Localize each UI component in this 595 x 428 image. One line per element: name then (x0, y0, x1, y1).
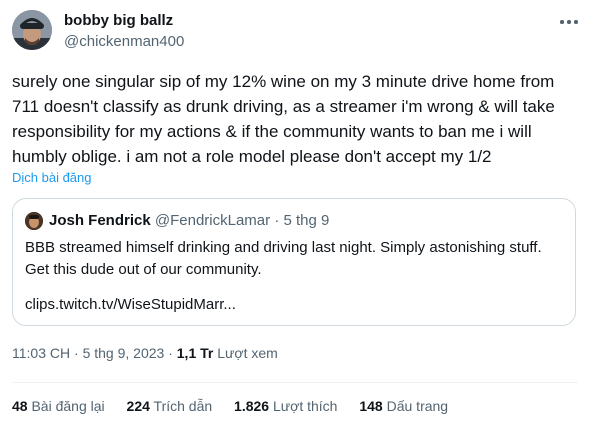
likes-count: 1.826 (234, 398, 270, 414)
quoted-clip-link[interactable]: clips.twitch.tv/WiseStupidMarr... (25, 296, 236, 313)
post-time[interactable]: 11:03 CH (12, 345, 70, 361)
separator-dot: · (74, 345, 79, 361)
views-label: Lượt xem (217, 345, 278, 361)
tweet-text-line: responsibility for my actions & if the c… (12, 122, 532, 141)
quoted-author-avatar[interactable] (25, 212, 43, 230)
quoted-text: BBB streamed himself drinking and drivin… (25, 237, 542, 281)
tweet-text: surely one singular sip of my 12% wine o… (12, 69, 578, 169)
reposts-count: 48 (12, 398, 28, 414)
translate-post-link[interactable]: Dịch bài đăng (12, 170, 92, 185)
tweet: bobby big ballz @chickenman400 surely on… (0, 0, 595, 428)
quoted-date[interactable]: 5 thg 9 (283, 212, 329, 229)
separator-dot: · (168, 345, 173, 361)
bookmarks-label: Dấu trang (386, 398, 449, 414)
quotes-label: Trích dẫn (153, 398, 213, 414)
divider (12, 382, 578, 383)
quoted-tweet-card[interactable]: Josh Fendrick @FendrickLamar · 5 thg 9 B… (12, 198, 576, 326)
engagement-stats: 48 Bài đăng lại 224 Trích dẫn 1.826 Lượt… (12, 398, 466, 414)
quotes-stat[interactable]: 224 Trích dẫn (127, 398, 213, 414)
quoted-author-name[interactable]: Josh Fendrick (49, 212, 151, 229)
bookmarks-count: 148 (359, 398, 383, 414)
author-avatar[interactable] (12, 10, 52, 50)
views-count: 1,1 Tr (176, 345, 214, 361)
separator-dot: · (274, 212, 280, 229)
more-options-button[interactable] (558, 12, 580, 32)
quoted-text-line: BBB streamed himself drinking and drivin… (25, 239, 542, 256)
reposts-label: Bài đăng lại (31, 398, 105, 414)
likes-stat[interactable]: 1.826 Lượt thích (234, 398, 337, 414)
author-name[interactable]: bobby big ballz (64, 12, 173, 29)
quoted-text-line: Get this dude out of our community. (25, 261, 262, 278)
quoted-author-handle[interactable]: @FendrickLamar (155, 212, 270, 229)
tweet-meta: 11:03 CH · 5 thg 9, 2023 · 1,1 Tr Lượt x… (12, 345, 278, 361)
quoted-header: Josh Fendrick @FendrickLamar · 5 thg 9 (49, 212, 329, 229)
reposts-stat[interactable]: 48 Bài đăng lại (12, 398, 105, 414)
post-date[interactable]: 5 thg 9, 2023 (83, 345, 165, 361)
tweet-text-line: humbly oblige. i am not a role model ple… (12, 147, 492, 166)
bookmarks-stat[interactable]: 148 Dấu trang (359, 398, 448, 414)
tweet-text-line: surely one singular sip of my 12% wine o… (12, 72, 555, 91)
likes-label: Lượt thích (272, 398, 338, 414)
author-handle[interactable]: @chickenman400 (64, 33, 184, 50)
quotes-count: 224 (126, 398, 150, 414)
tweet-text-line: 711 doesn't classify as drunk driving, a… (12, 97, 555, 116)
